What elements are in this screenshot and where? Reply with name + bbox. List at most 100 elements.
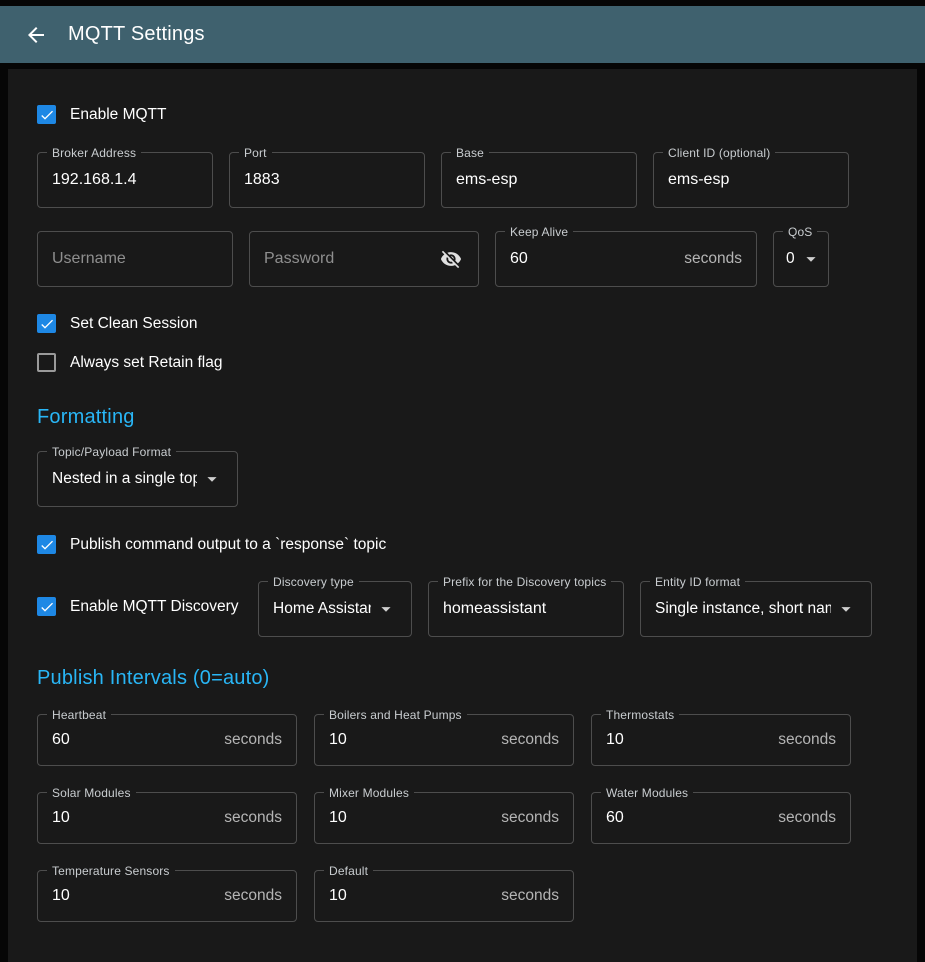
mixer-input[interactable] — [329, 809, 493, 827]
base-input[interactable] — [456, 171, 622, 189]
topic-format-value: Nested in a single topic — [52, 470, 197, 488]
mixer-interval-field[interactable]: Mixer Modules seconds — [314, 792, 574, 844]
entity-id-format-label: Entity ID format — [650, 575, 745, 589]
base-field[interactable]: Base — [441, 152, 637, 208]
mixer-unit: seconds — [501, 809, 559, 827]
enable-mqtt-row: Enable MQTT — [37, 105, 888, 124]
broker-address-field[interactable]: Broker Address — [37, 152, 213, 208]
settings-panel: Enable MQTT Broker Address Port Base Cli… — [8, 69, 917, 962]
checkmark-icon — [39, 107, 55, 123]
keep-alive-label: Keep Alive — [505, 225, 573, 239]
username-field[interactable] — [37, 231, 233, 287]
enable-mqtt-checkbox[interactable] — [37, 105, 56, 124]
discovery-enable-label: Enable MQTT Discovery — [70, 598, 239, 616]
back-arrow-icon — [24, 23, 48, 47]
entity-id-format-value: Single instance, short name — [655, 600, 831, 618]
heartbeat-label: Heartbeat — [47, 708, 111, 722]
discovery-type-select[interactable]: Discovery type Home Assistant — [258, 581, 412, 637]
client-id-label: Client ID (optional) — [663, 146, 775, 160]
qos-value: 0 — [786, 250, 796, 268]
default-interval-field[interactable]: Default seconds — [314, 870, 574, 922]
password-field[interactable] — [249, 231, 479, 287]
water-label: Water Modules — [601, 786, 693, 800]
mixer-label: Mixer Modules — [324, 786, 414, 800]
keep-alive-field[interactable]: Keep Alive seconds — [495, 231, 757, 287]
publish-response-checkbox[interactable] — [37, 535, 56, 554]
app-bar: MQTT Settings — [0, 6, 925, 63]
formatting-heading: Formatting — [37, 406, 888, 429]
topic-format-row: Topic/Payload Format Nested in a single … — [37, 451, 888, 507]
port-label: Port — [239, 146, 272, 160]
qos-select[interactable]: QoS 0 — [773, 231, 829, 287]
boilers-interval-field[interactable]: Boilers and Heat Pumps seconds — [314, 714, 574, 766]
default-label: Default — [324, 864, 373, 878]
retain-flag-label: Always set Retain flag — [70, 354, 223, 372]
back-button[interactable] — [14, 13, 58, 57]
page-title: MQTT Settings — [68, 23, 205, 46]
visibility-off-icon — [440, 248, 462, 270]
heartbeat-interval-field[interactable]: Heartbeat seconds — [37, 714, 297, 766]
caret-down-icon — [201, 468, 223, 490]
caret-down-icon — [375, 598, 397, 620]
default-input[interactable] — [329, 887, 493, 905]
solar-unit: seconds — [224, 809, 282, 827]
clean-session-checkbox[interactable] — [37, 314, 56, 333]
entity-id-format-select[interactable]: Entity ID format Single instance, short … — [640, 581, 872, 637]
toggle-password-visibility-button[interactable] — [438, 246, 464, 272]
retain-flag-row: Always set Retain flag — [37, 353, 888, 372]
thermostats-unit: seconds — [778, 731, 836, 749]
clean-session-row: Set Clean Session — [37, 314, 888, 333]
broker-address-input[interactable] — [52, 171, 198, 189]
qos-label: QoS — [783, 225, 817, 239]
connection-fields-row: Broker Address Port Base Client ID (opti… — [37, 152, 888, 208]
discovery-prefix-field[interactable]: Prefix for the Discovery topics — [428, 581, 624, 637]
boilers-unit: seconds — [501, 731, 559, 749]
water-interval-field[interactable]: Water Modules seconds — [591, 792, 851, 844]
retain-flag-checkbox[interactable] — [37, 353, 56, 372]
caret-down-icon — [835, 598, 857, 620]
port-input[interactable] — [244, 171, 410, 189]
publish-response-label: Publish command output to a `response` t… — [70, 536, 386, 554]
heartbeat-unit: seconds — [224, 731, 282, 749]
solar-input[interactable] — [52, 809, 216, 827]
discovery-prefix-input[interactable] — [443, 600, 609, 618]
caret-down-icon — [800, 248, 822, 270]
keep-alive-input[interactable] — [510, 250, 676, 268]
solar-interval-field[interactable]: Solar Modules seconds — [37, 792, 297, 844]
publish-response-row: Publish command output to a `response` t… — [37, 535, 888, 554]
boilers-label: Boilers and Heat Pumps — [324, 708, 467, 722]
discovery-type-value: Home Assistant — [273, 600, 371, 618]
solar-label: Solar Modules — [47, 786, 136, 800]
thermostats-label: Thermostats — [601, 708, 679, 722]
boilers-input[interactable] — [329, 731, 493, 749]
credentials-row: Keep Alive seconds QoS 0 — [37, 231, 888, 287]
checkmark-icon — [39, 316, 55, 332]
topic-format-label: Topic/Payload Format — [47, 445, 176, 459]
username-input[interactable] — [52, 250, 218, 268]
enable-mqtt-label: Enable MQTT — [70, 106, 166, 124]
port-field[interactable]: Port — [229, 152, 425, 208]
discovery-enable-checkbox[interactable] — [37, 597, 56, 616]
default-unit: seconds — [501, 887, 559, 905]
temperature-sensors-unit: seconds — [224, 887, 282, 905]
client-id-field[interactable]: Client ID (optional) — [653, 152, 849, 208]
discovery-row: Enable MQTT Discovery Discovery type Hom… — [37, 581, 888, 637]
temperature-sensors-interval-field[interactable]: Temperature Sensors seconds — [37, 870, 297, 922]
temperature-sensors-input[interactable] — [52, 887, 216, 905]
thermostats-interval-field[interactable]: Thermostats seconds — [591, 714, 851, 766]
keep-alive-unit: seconds — [684, 250, 742, 268]
checkmark-icon — [39, 599, 55, 615]
water-unit: seconds — [778, 809, 836, 827]
broker-address-label: Broker Address — [47, 146, 141, 160]
discovery-prefix-label: Prefix for the Discovery topics — [438, 575, 611, 589]
publish-intervals-grid: Heartbeat seconds Boilers and Heat Pumps… — [37, 714, 888, 922]
temperature-sensors-label: Temperature Sensors — [47, 864, 175, 878]
topic-format-select[interactable]: Topic/Payload Format Nested in a single … — [37, 451, 238, 507]
base-label: Base — [451, 146, 489, 160]
water-input[interactable] — [606, 809, 770, 827]
thermostats-input[interactable] — [606, 731, 770, 749]
checkmark-icon — [39, 537, 55, 553]
heartbeat-input[interactable] — [52, 731, 216, 749]
password-input[interactable] — [264, 250, 438, 268]
client-id-input[interactable] — [668, 171, 834, 189]
